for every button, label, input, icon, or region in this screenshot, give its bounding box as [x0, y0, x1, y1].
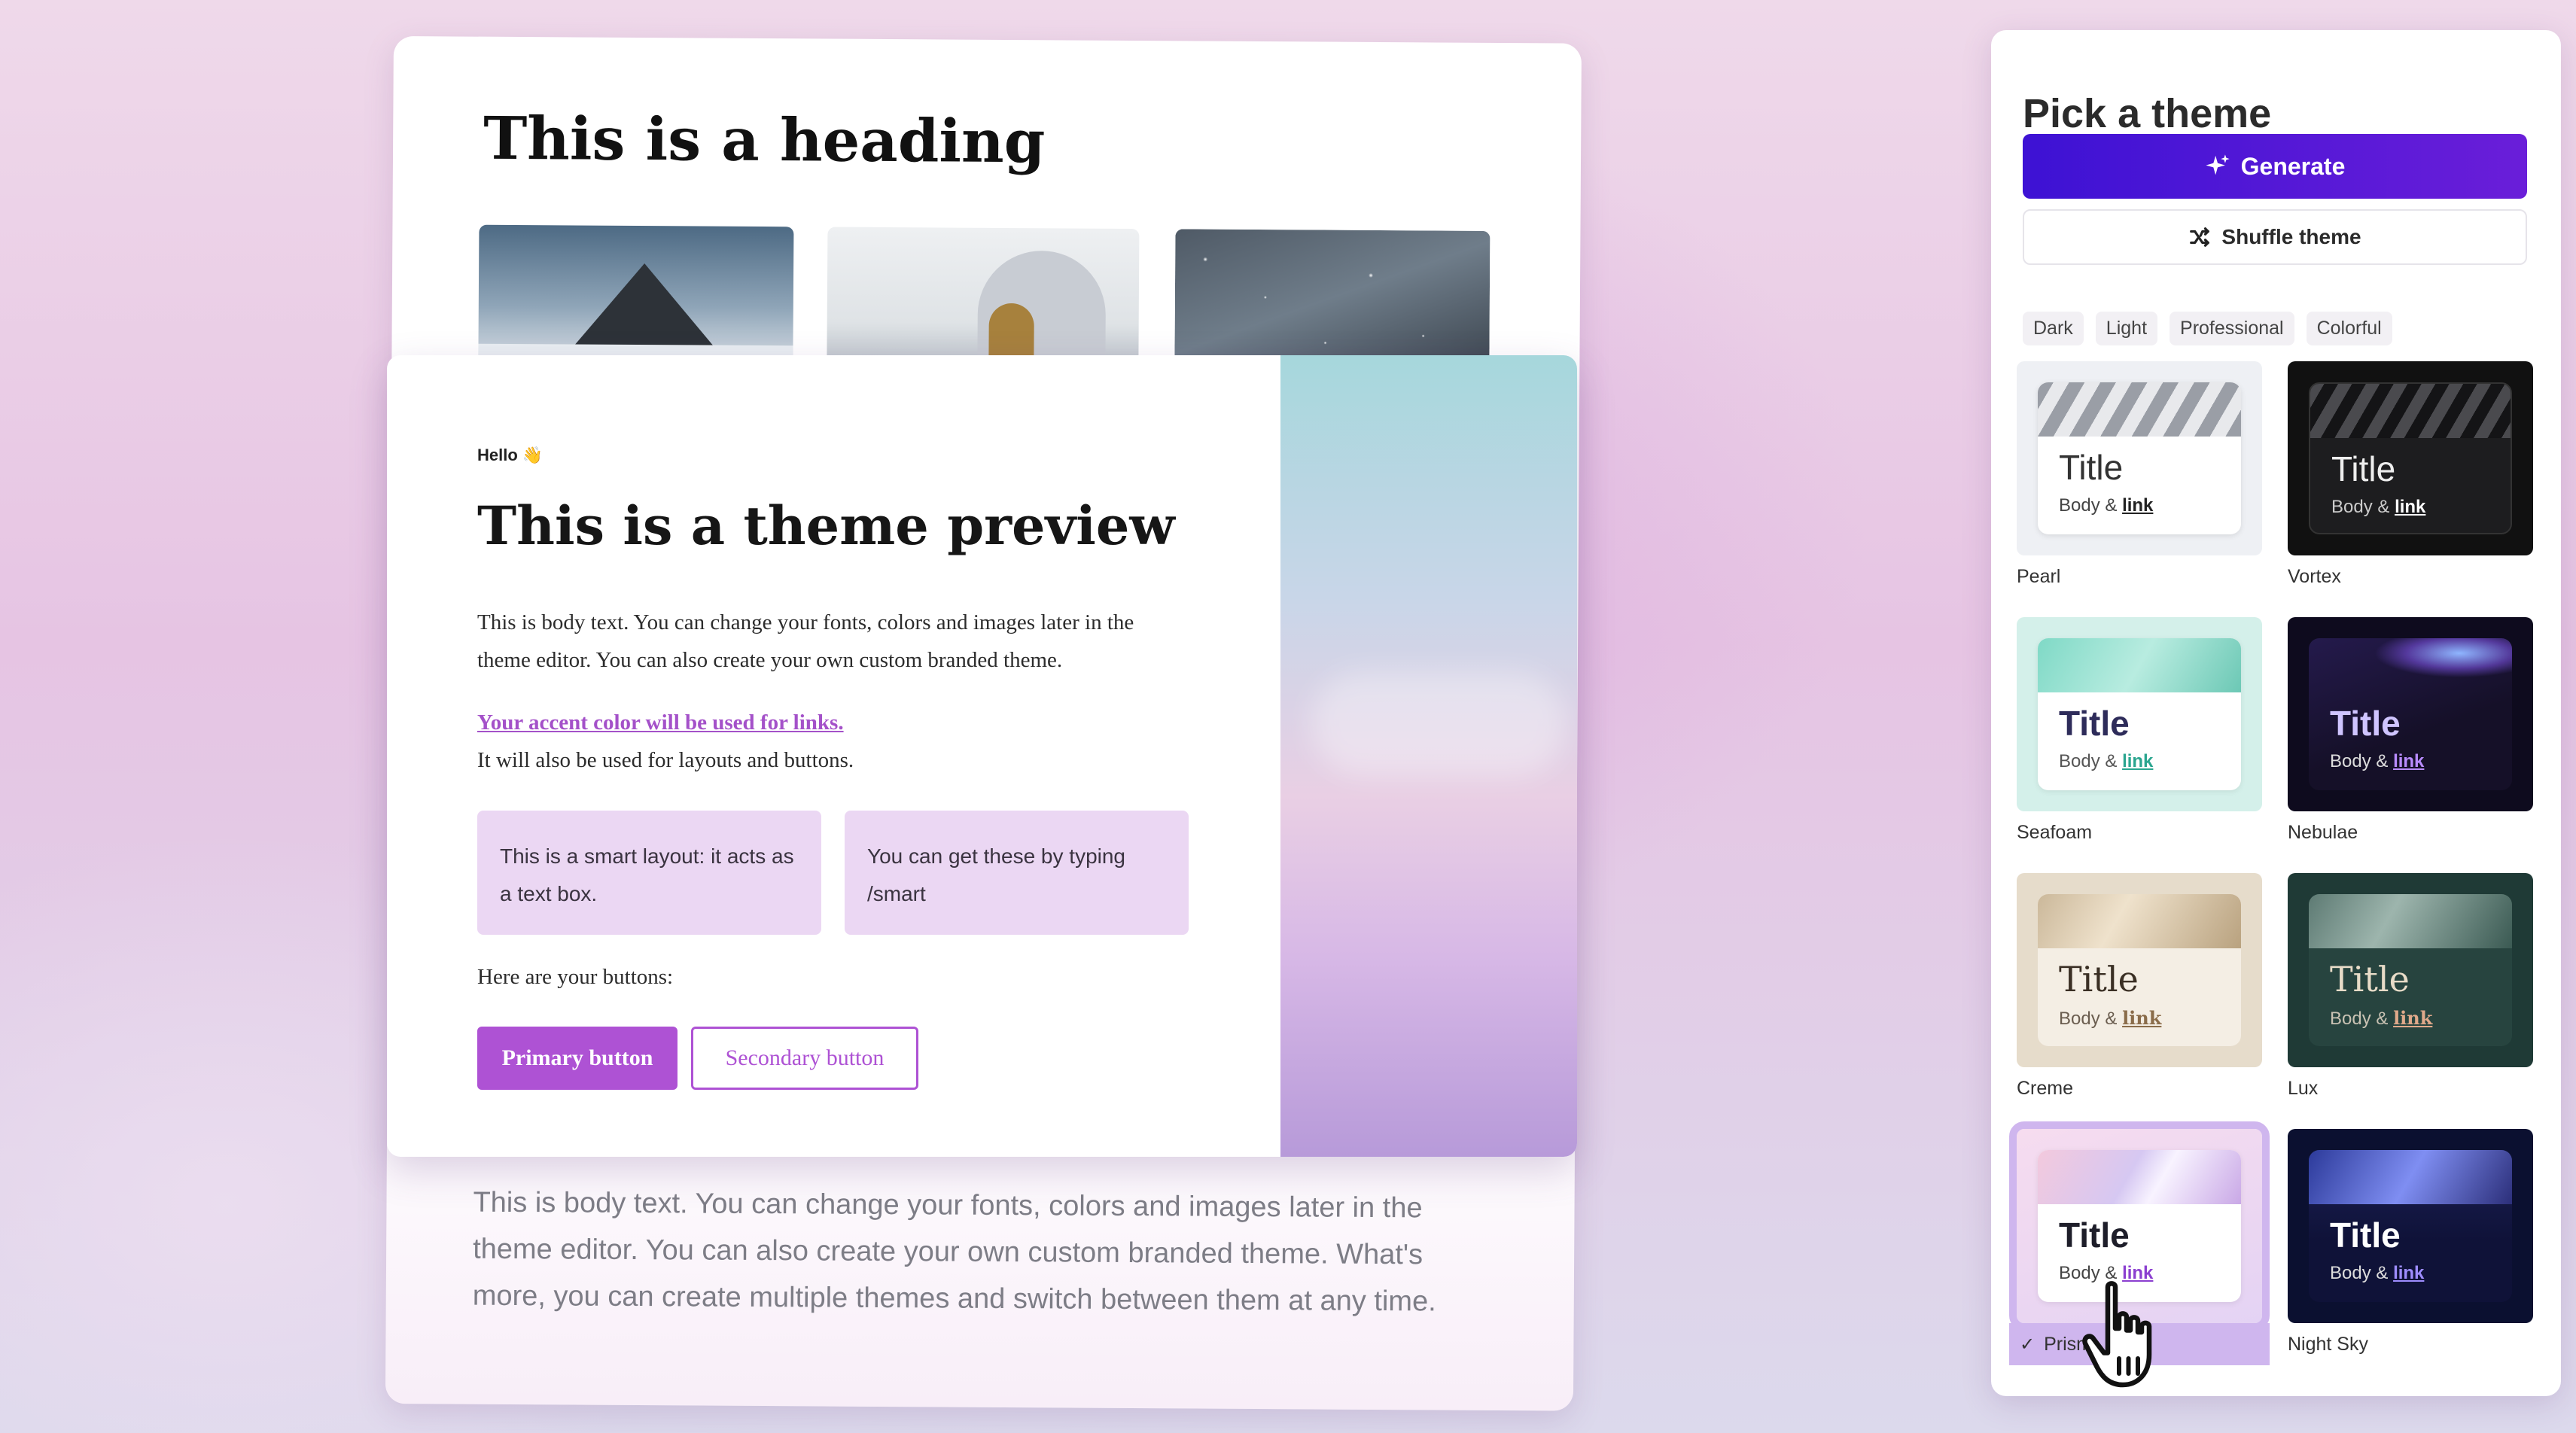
theme-thumbnail: Title Body & link	[2288, 617, 2533, 811]
theme-title-sample: Title	[2059, 448, 2124, 487]
generate-label: Generate	[2240, 152, 2346, 180]
theme-body-sample: Body &	[2059, 495, 2118, 516]
hooded-figure-image	[827, 227, 1140, 365]
theme-body-sample: Body &	[2059, 1009, 2118, 1029]
theme-name: Vortex	[2288, 566, 2341, 587]
theme-card-pearl[interactable]: Title Body & link Pearl	[2017, 361, 2262, 588]
theme-card-vortex[interactable]: Title Body & link Vortex	[2288, 361, 2533, 588]
secondary-button[interactable]: Secondary button	[691, 1027, 918, 1090]
theme-thumbnail: Title Body & link	[2288, 1129, 2533, 1323]
theme-link-sample: link	[2393, 751, 2425, 771]
starry-sky-image	[1174, 229, 1490, 367]
theme-thumbnail: Title Body & link	[2288, 361, 2533, 555]
theme-link-sample: link	[2122, 751, 2154, 771]
theme-picker-panel: Pick a theme Generate Shuffle theme Dark…	[1991, 30, 2561, 1396]
buttons-label: Here are your buttons:	[477, 965, 674, 989]
filter-chips: Dark Light Professional Colorful	[2023, 312, 2392, 345]
theme-title-sample: Title	[2330, 959, 2410, 999]
theme-card-seafoam[interactable]: Title Body & link Seafoam	[2017, 617, 2262, 844]
mountain-image	[478, 224, 794, 363]
theme-thumbnail: Title Body & link	[2017, 617, 2262, 811]
hand-pointer-icon	[2082, 1281, 2152, 1388]
theme-title-sample: Title	[2331, 449, 2396, 488]
hello-label: Hello 👋	[477, 446, 544, 464]
preview-title: This is a theme preview	[477, 494, 1175, 557]
generate-button[interactable]: Generate	[2023, 134, 2527, 199]
accent-sub-text: It will also be used for layouts and but…	[477, 748, 854, 772]
theme-body-sample: Body &	[2330, 1009, 2389, 1029]
theme-title-sample: Title	[2059, 959, 2139, 999]
theme-thumbnail: Title Body & link	[2288, 873, 2533, 1067]
preview-sky-image	[1280, 355, 1577, 1157]
theme-card-lux[interactable]: Title Body & link Lux	[2288, 873, 2533, 1100]
theme-thumbnail: Title Body & link	[2017, 361, 2262, 555]
theme-card-creme[interactable]: Title Body & link Creme	[2017, 873, 2262, 1100]
smart-layout-box-1: This is a smart layout: it acts as a tex…	[477, 811, 821, 935]
theme-name: Creme	[2017, 1078, 2074, 1099]
theme-name: Pearl	[2017, 566, 2061, 587]
theme-name: Lux	[2288, 1078, 2319, 1099]
shuffle-theme-button[interactable]: Shuffle theme	[2023, 209, 2527, 265]
theme-title-sample: Title	[2330, 1215, 2401, 1255]
theme-link-sample: link	[2395, 497, 2426, 517]
theme-title-sample: Title	[2059, 704, 2130, 743]
theme-link-sample: link	[2393, 1263, 2425, 1283]
primary-button[interactable]: Primary button	[477, 1027, 677, 1090]
filter-dark[interactable]: Dark	[2023, 312, 2084, 345]
theme-title-sample: Title	[2059, 1215, 2130, 1255]
theme-body-sample: Body &	[2331, 497, 2390, 517]
theme-title-sample: Title	[2330, 704, 2401, 743]
theme-thumbnail: Title Body & link	[2017, 873, 2262, 1067]
theme-link-sample: link	[2122, 1007, 2162, 1029]
checkmark-icon: ✓	[2020, 1334, 2036, 1355]
theme-name: Night Sky	[2288, 1334, 2368, 1355]
theme-card-night-sky[interactable]: Title Body & link Night Sky	[2288, 1129, 2533, 1355]
panel-title: Pick a theme	[2023, 91, 2272, 136]
accent-link[interactable]: Your accent color will be used for links…	[477, 710, 844, 735]
filter-professional[interactable]: Professional	[2170, 312, 2294, 345]
theme-link-sample: link	[2393, 1007, 2433, 1029]
theme-name: Seafoam	[2017, 822, 2093, 843]
theme-card-nebulae[interactable]: Title Body & link Nebulae	[2288, 617, 2533, 844]
filter-light[interactable]: Light	[2095, 312, 2158, 345]
sparkle-icon	[2206, 154, 2230, 175]
theme-body-sample: Body &	[2330, 751, 2389, 771]
theme-body-sample: Body &	[2059, 751, 2118, 771]
shuffle-icon	[2190, 227, 2210, 247]
back-body-text: This is body text. You can change your f…	[472, 1186, 1436, 1318]
filter-colorful[interactable]: Colorful	[2306, 312, 2392, 345]
theme-preview-card: Hello 👋 This is a theme preview This is …	[387, 355, 1577, 1157]
smart-layout-box-2: You can get these by typing /smart	[845, 811, 1189, 935]
shuffle-label: Shuffle theme	[2221, 225, 2361, 248]
theme-link-sample: link	[2122, 495, 2154, 516]
theme-name: Nebulae	[2288, 822, 2358, 843]
theme-body-sample: Body &	[2330, 1263, 2389, 1283]
page-heading: This is a heading	[483, 104, 1046, 177]
preview-body-text: This is body text. You can change your f…	[477, 610, 1134, 672]
